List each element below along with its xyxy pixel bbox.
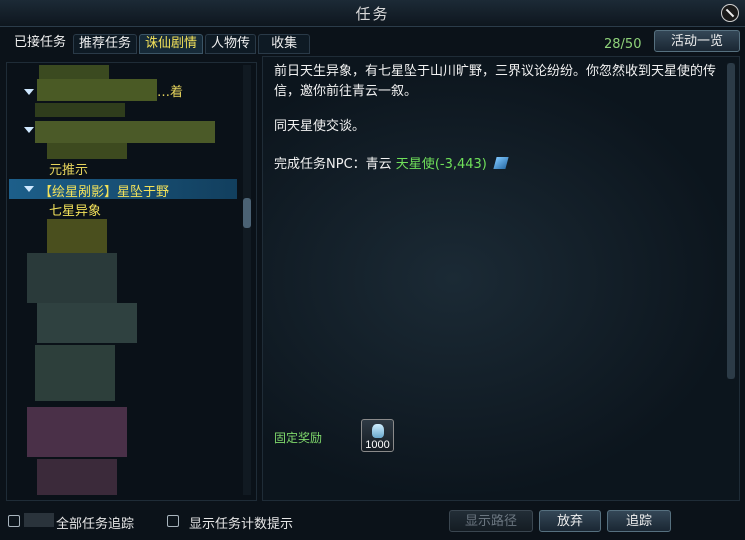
blurred-row	[27, 407, 127, 457]
abandon-button[interactable]: 放弃	[539, 510, 601, 532]
npc-line: 完成任务NPC：青云 天星使(-3,443)	[274, 153, 509, 172]
window-title: 任务	[355, 5, 390, 23]
expand-caret-icon[interactable]	[24, 89, 34, 95]
tree-scroll-thumb[interactable]	[243, 198, 251, 228]
show-counter-checkbox[interactable]	[167, 515, 179, 527]
quest-tree-panel: …着 元推示 【绘星剐影】星坠于野 七星异象	[6, 62, 257, 501]
tree-scrollbar[interactable]	[243, 65, 251, 495]
show-counter-label: 显示任务计数提示	[189, 517, 294, 532]
chapter-item[interactable]: 【绘星剐影】星坠于野	[39, 181, 169, 200]
tab-recommended[interactable]: 推荐任务	[73, 34, 138, 54]
blurred-row	[35, 121, 215, 143]
reward-amount: 1000	[365, 439, 390, 451]
blurred-row	[37, 303, 137, 343]
detail-scroll-thumb[interactable]	[727, 63, 735, 379]
tree-partial-label: 元推示	[49, 163, 89, 178]
tab-character-bio[interactable]: 人物传	[205, 34, 257, 54]
quest-objective: 同天星使交谈。	[274, 119, 366, 134]
reward-label: 固定奖励	[274, 431, 323, 445]
blurred-row	[39, 65, 109, 79]
blurred-row	[37, 79, 157, 101]
blurred-row	[35, 345, 115, 401]
blurred-row	[27, 253, 117, 303]
blurred-row	[47, 219, 107, 255]
tab-accepted[interactable]: 已接任务	[10, 34, 71, 52]
auto-path-icon[interactable]	[493, 157, 509, 169]
close-icon[interactable]	[721, 4, 739, 22]
npc-coordinates: (-3,443)	[434, 157, 487, 172]
title-bar: 任务	[0, 0, 745, 27]
quest-count: 28/50	[604, 37, 642, 52]
quest-description: 前日天生异象，有七星坠于山川旷野，三界议论纷纷。你忽然收到天星使的传信，邀你前往…	[274, 64, 717, 99]
blurred-row	[35, 103, 125, 117]
npc-label: 完成任务NPC：青云	[274, 157, 392, 172]
expand-caret-icon[interactable]	[24, 186, 34, 192]
tree-partial-label: …着	[157, 85, 184, 100]
track-button[interactable]: 追踪	[607, 510, 671, 532]
blurred-row	[37, 459, 117, 495]
crystal-icon	[372, 424, 384, 438]
show-path-button[interactable]: 显示路径	[449, 510, 533, 532]
activity-list-button[interactable]: 活动一览	[654, 30, 740, 52]
quest-item[interactable]: 七星异象	[49, 200, 101, 219]
detail-scrollbar[interactable]	[727, 63, 735, 379]
tab-collect[interactable]: 收集	[258, 34, 311, 54]
blurred-row	[24, 513, 54, 527]
quest-tabs: 已接任务 推荐任务 诛仙剧情 人物传 收集	[10, 34, 312, 54]
expand-caret-icon[interactable]	[24, 127, 34, 133]
npc-name-link[interactable]: 天星使	[396, 157, 435, 172]
track-all-checkbox[interactable]	[8, 515, 20, 527]
reward-item-slot[interactable]: 1000	[361, 419, 394, 452]
track-all-label: 全部任务追踪	[56, 517, 135, 532]
blurred-row	[47, 143, 127, 159]
tab-zhuxian-story[interactable]: 诛仙剧情	[139, 34, 204, 54]
